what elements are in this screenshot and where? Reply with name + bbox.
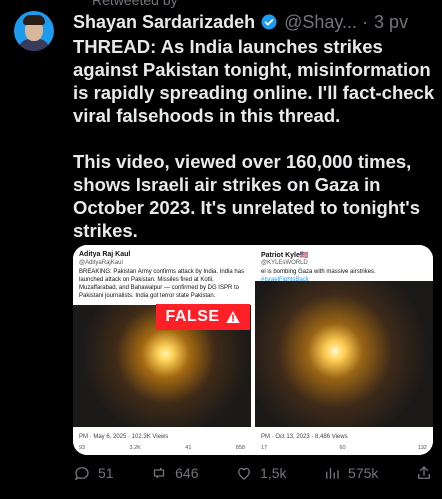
reply-button[interactable]: 51 — [73, 464, 114, 482]
explosion-image — [255, 281, 433, 427]
share-button[interactable] — [415, 464, 433, 482]
embedded-retweet-count: 60 — [339, 445, 346, 451]
embedded-post-body: el is bombing Gaza with massive airstrik… — [261, 269, 376, 275]
embedded-like-count: 41 — [185, 445, 192, 451]
embedded-like-count: 132 — [417, 445, 427, 451]
embedded-author-name: Aditya Raj Kaul — [79, 251, 131, 258]
embedded-post-date: PM · Oct 13, 2023 · 8,486 Views — [261, 434, 348, 440]
embedded-bookmark-count: 858 — [235, 445, 245, 451]
media-right-screenshot[interactable]: Patriot Kyle🇺🇸 @KYLEsWORLD el is bombing… — [255, 245, 433, 455]
post-header: Shayan Sardarizadeh @Shay... · 3 pv — [73, 10, 433, 34]
embedded-retweet-count: 3.2K — [129, 445, 141, 451]
verified-badge-icon — [261, 14, 277, 30]
embedded-post-actions: 93 3.2K 41 858 — [79, 445, 245, 451]
embedded-author-handle: @KYLEsWORLD — [261, 260, 308, 266]
post-time[interactable]: 3 pv — [374, 12, 408, 33]
embedded-post-text: BREAKING: Pakistan Army confirms attack … — [79, 269, 245, 299]
like-count: 1,5k — [260, 465, 287, 481]
embedded-reply-count: 17 — [261, 445, 268, 451]
post-actions: 51 646 1,5k 575k — [73, 462, 433, 484]
author-handle[interactable]: @Shay... — [284, 12, 357, 33]
reply-icon — [74, 467, 89, 481]
media-left-screenshot[interactable]: Aditya Raj Kaul @AdityaRajKaul BREAKING:… — [73, 245, 251, 455]
post-media[interactable]: Aditya Raj Kaul @AdityaRajKaul BREAKING:… — [73, 245, 433, 455]
false-label: FALSE — [165, 308, 220, 325]
share-icon — [418, 466, 430, 479]
embedded-post-date: PM · May 6, 2025 · 102.3K Views — [79, 434, 169, 440]
post-text: THREAD: As India launches strikes agains… — [73, 35, 435, 242]
views-icon — [326, 467, 339, 479]
embedded-reply-count: 93 — [79, 445, 86, 451]
post-text-paragraph-1: THREAD: As India launches strikes agains… — [73, 36, 435, 126]
views-button[interactable]: 575k — [323, 464, 378, 482]
warning-icon — [225, 311, 240, 323]
like-button[interactable]: 1,5k — [235, 464, 287, 482]
false-banner: FALSE — [156, 304, 250, 330]
retweet-button[interactable]: 646 — [150, 464, 198, 482]
reply-count: 51 — [98, 465, 114, 481]
embedded-author-handle: @AdityaRajKaul — [79, 260, 123, 266]
view-count: 575k — [348, 465, 379, 481]
heart-icon — [238, 467, 250, 480]
embedded-post-actions: 17 60 132 — [261, 445, 427, 451]
embedded-author-name: Patriot Kyle🇺🇸 — [261, 252, 309, 259]
embedded-post-card-right: Patriot Kyle🇺🇸 @KYLEsWORLD el is bombing… — [255, 245, 433, 455]
separator-dot: · — [362, 11, 369, 32]
retweet-context: Retweeted by — [92, 0, 178, 8]
embedded-post-card-left: Aditya Raj Kaul @AdityaRajKaul BREAKING:… — [73, 245, 251, 455]
avatar-hair-shape — [23, 15, 45, 25]
post-text-paragraph-2: This video, viewed over 160,000 times, s… — [73, 151, 420, 241]
retweet-icon — [153, 467, 165, 479]
author-name[interactable]: Shayan Sardarizadeh — [73, 12, 255, 33]
avatar[interactable] — [14, 11, 54, 51]
retweet-count: 646 — [175, 465, 199, 481]
